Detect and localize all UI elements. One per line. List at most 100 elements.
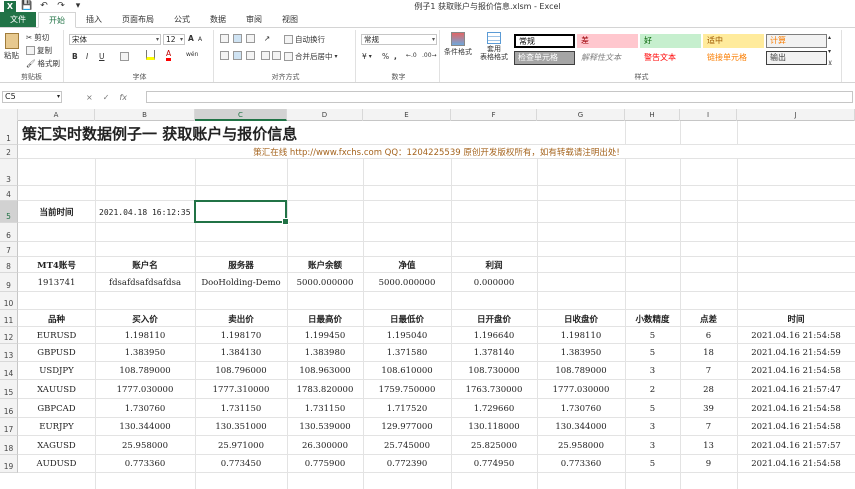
quote-cell[interactable]: 25.958000 <box>537 436 625 455</box>
quote-header[interactable]: 品种 <box>18 310 95 327</box>
copy-button[interactable]: 复制 <box>26 45 52 56</box>
quote-cell[interactable]: 25.958000 <box>95 436 195 455</box>
tab-view[interactable]: 视图 <box>272 12 308 27</box>
account-value[interactable]: 1913741 <box>18 273 95 292</box>
quote-cell[interactable]: 25.971000 <box>195 436 287 455</box>
phonetic-button[interactable]: wén <box>186 51 198 58</box>
row-header-5[interactable]: 5 <box>0 201 18 223</box>
quote-cell[interactable]: GBPCAD <box>18 399 95 418</box>
undo-icon[interactable]: ↶ <box>38 1 50 12</box>
account-value[interactable]: DooHolding-Demo <box>195 273 287 292</box>
quote-cell[interactable]: 1763.730000 <box>451 380 537 399</box>
format-as-table-button[interactable]: 套用 表格格式 <box>480 32 508 61</box>
paste-button[interactable]: 粘贴 <box>4 33 19 61</box>
quote-cell[interactable]: 1.199450 <box>287 327 363 344</box>
quote-header[interactable]: 日最高价 <box>287 310 363 327</box>
row-header-13[interactable]: 13 <box>0 344 18 362</box>
sheet-title[interactable]: 策汇实时数据例子一 获取账户与报价信息 <box>18 121 625 145</box>
tab-home[interactable]: 开始 <box>38 12 76 28</box>
quote-cell[interactable]: 2021.04.16 21:54:58 <box>737 418 855 436</box>
quote-header[interactable]: 时间 <box>737 310 855 327</box>
quote-cell[interactable]: 108.789000 <box>95 362 195 380</box>
quote-cell[interactable]: GBPUSD <box>18 344 95 362</box>
account-value[interactable]: 5000.000000 <box>287 273 363 292</box>
row-header-19[interactable]: 19 <box>0 455 18 473</box>
conditional-format-button[interactable]: 条件格式 <box>444 32 472 57</box>
cell-style-4[interactable]: 适中 <box>703 34 764 48</box>
decrease-decimal-button[interactable]: .00→ <box>422 52 437 59</box>
account-value[interactable]: fdsafdsafdsafdsa <box>95 273 195 292</box>
column-header-c[interactable]: C <box>195 109 287 121</box>
quote-cell[interactable]: 9 <box>680 455 737 473</box>
tab-review[interactable]: 审阅 <box>236 12 272 27</box>
quote-cell[interactable]: 130.344000 <box>95 418 195 436</box>
quote-cell[interactable]: 2021.04.16 21:54:58 <box>737 362 855 380</box>
row-header-2[interactable]: 2 <box>0 145 18 159</box>
quote-cell[interactable]: 108.963000 <box>287 362 363 380</box>
row-header-12[interactable]: 12 <box>0 327 18 344</box>
quote-cell[interactable]: 108.789000 <box>537 362 625 380</box>
quote-cell[interactable]: 3 <box>625 436 680 455</box>
active-cell-selection[interactable] <box>194 200 289 225</box>
cell-style-5[interactable]: 计算 <box>766 34 827 48</box>
fill-color-button[interactable] <box>146 50 155 60</box>
quote-cell[interactable]: 1.730760 <box>95 399 195 418</box>
quote-cell[interactable]: 5 <box>625 399 680 418</box>
align-bottom-button[interactable] <box>246 34 255 43</box>
font-name-combo[interactable]: 宋体 <box>69 34 161 45</box>
italic-button[interactable]: I <box>86 52 88 61</box>
quote-cell[interactable]: 7 <box>680 362 737 380</box>
row-header-11[interactable]: 11 <box>0 310 18 327</box>
currency-button[interactable]: ¥ ▾ <box>362 52 372 61</box>
quote-header[interactable]: 日开盘价 <box>451 310 537 327</box>
quote-cell[interactable]: 7 <box>680 418 737 436</box>
row-header-15[interactable]: 15 <box>0 380 18 399</box>
quote-cell[interactable]: 1.384130 <box>195 344 287 362</box>
row-header-17[interactable]: 17 <box>0 418 18 436</box>
quote-cell[interactable]: 5 <box>625 455 680 473</box>
quote-cell[interactable]: 25.745000 <box>363 436 451 455</box>
quote-cell[interactable]: 2021.04.16 21:57:57 <box>737 436 855 455</box>
gallery-more-icon[interactable]: ⊻ <box>828 60 832 67</box>
account-value[interactable]: 5000.000000 <box>363 273 451 292</box>
quote-cell[interactable]: 0.773360 <box>95 455 195 473</box>
gallery-scroll-up-icon[interactable]: ▴ <box>828 34 831 41</box>
borders-button[interactable] <box>120 52 129 61</box>
quote-cell[interactable]: 1.383950 <box>95 344 195 362</box>
quote-cell[interactable]: 1.371580 <box>363 344 451 362</box>
quote-cell[interactable]: 1.378140 <box>451 344 537 362</box>
cut-button[interactable]: ✂ 剪切 <box>26 32 49 43</box>
align-center-button[interactable] <box>233 51 242 60</box>
quote-cell[interactable]: 1.195040 <box>363 327 451 344</box>
quote-cell[interactable]: 28 <box>680 380 737 399</box>
number-format-combo[interactable]: 常规 <box>361 34 437 45</box>
quote-cell[interactable]: 1.198170 <box>195 327 287 344</box>
quote-cell[interactable]: 2 <box>625 380 680 399</box>
cell-style-3[interactable]: 好 <box>640 34 701 48</box>
quote-cell[interactable]: 3 <box>625 362 680 380</box>
row-header-4[interactable]: 4 <box>0 186 18 201</box>
account-header[interactable]: MT4账号 <box>18 257 95 273</box>
column-header-f[interactable]: F <box>451 109 537 121</box>
account-header[interactable]: 净值 <box>363 257 451 273</box>
quote-cell[interactable]: 1.729660 <box>451 399 537 418</box>
column-header-e[interactable]: E <box>363 109 451 121</box>
align-right-button[interactable] <box>246 51 255 60</box>
quote-cell[interactable]: 1.730760 <box>537 399 625 418</box>
align-middle-button[interactable] <box>233 34 242 43</box>
redo-icon[interactable]: ↷ <box>55 1 67 12</box>
quote-cell[interactable]: XAGUSD <box>18 436 95 455</box>
account-header[interactable]: 利润 <box>451 257 537 273</box>
quote-cell[interactable]: 1777.310000 <box>195 380 287 399</box>
cell-style-8[interactable]: 警告文本 <box>640 51 701 65</box>
quote-cell[interactable]: 130.539000 <box>287 418 363 436</box>
increase-indent-button[interactable] <box>272 51 281 60</box>
column-header-b[interactable]: B <box>95 109 195 121</box>
quote-header[interactable]: 买入价 <box>95 310 195 327</box>
quote-cell[interactable]: 130.118000 <box>451 418 537 436</box>
row-header-18[interactable]: 18 <box>0 436 18 455</box>
account-header[interactable]: 服务器 <box>195 257 287 273</box>
quote-cell[interactable]: 2021.04.16 21:54:58 <box>737 399 855 418</box>
quote-cell[interactable]: 1.198110 <box>537 327 625 344</box>
merge-center-button[interactable]: 合并后居中 ▾ <box>284 51 338 62</box>
